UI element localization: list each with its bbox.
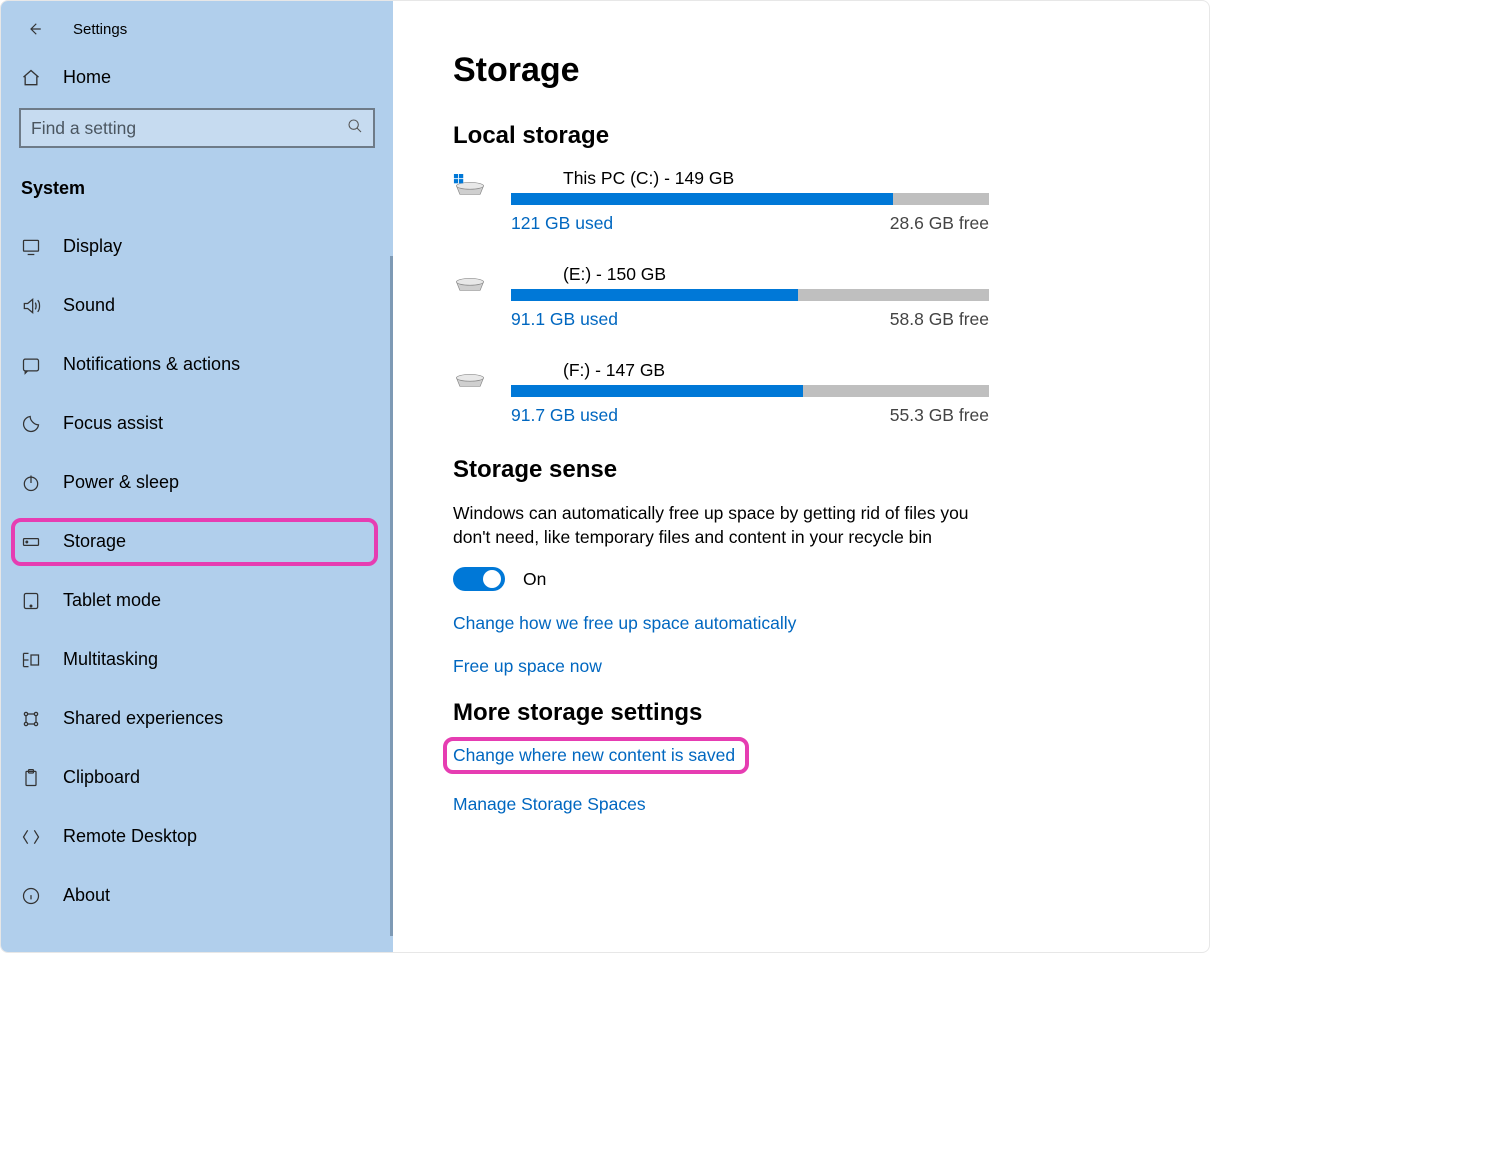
storage-sense-toggle[interactable] <box>453 567 505 591</box>
nav-list: Display Sound Notifications & actions Focus… <box>1 217 393 935</box>
sidebar-item-label: Notifications & actions <box>63 354 240 375</box>
sidebar-item-label: Remote Desktop <box>63 826 197 847</box>
sidebar-item-label: Clipboard <box>63 767 140 788</box>
drive-title: (F:) - 147 GB <box>511 360 989 381</box>
focus-assist-icon <box>21 414 41 434</box>
local-storage-heading: Local storage <box>453 122 1149 150</box>
sidebar-item-label: Display <box>63 236 122 257</box>
nav-home-label: Home <box>63 67 111 88</box>
search-icon <box>347 118 363 139</box>
sidebar-item-clipboard[interactable]: Clipboard <box>1 748 393 807</box>
main-content: Storage Local storage This PC (C:) - 149… <box>393 1 1209 952</box>
storage-icon <box>21 532 41 552</box>
back-button[interactable] <box>25 20 43 38</box>
sidebar-item-label: About <box>63 885 110 906</box>
drive-row[interactable]: This PC (C:) - 149 GB 121 GB used 28.6 GB … <box>453 168 1149 234</box>
usage-bar <box>511 385 989 397</box>
drive-free: 55.3 GB free <box>890 405 989 426</box>
link-free-up-now[interactable]: Free up space now <box>453 656 1149 677</box>
storage-sense-toggle-row: On <box>453 567 1149 591</box>
about-icon <box>21 886 41 906</box>
usage-bar <box>511 193 989 205</box>
home-icon <box>21 68 41 88</box>
link-change-where-saved[interactable]: Change where new content is saved <box>453 745 735 766</box>
drive-free: 28.6 GB free <box>890 213 989 234</box>
drive-icon <box>453 366 487 392</box>
more-settings-heading: More storage settings <box>453 699 1149 727</box>
sound-icon <box>21 296 41 316</box>
link-manage-storage-spaces[interactable]: Manage Storage Spaces <box>453 794 1149 815</box>
drive-used: 121 GB used <box>511 213 613 234</box>
storage-sense-heading: Storage sense <box>453 456 1149 484</box>
sidebar-item-display[interactable]: Display <box>1 217 393 276</box>
search-box[interactable] <box>19 108 375 148</box>
sidebar-item-sound[interactable]: Sound <box>1 276 393 335</box>
sidebar-item-multitasking[interactable]: Multitasking <box>1 630 393 689</box>
tablet-icon <box>21 591 41 611</box>
sidebar-item-focus-assist[interactable]: Focus assist <box>1 394 393 453</box>
storage-sense-description: Windows can automatically free up space … <box>453 502 973 549</box>
sidebar-item-label: Storage <box>63 531 126 552</box>
scrollbar[interactable] <box>390 256 393 936</box>
sidebar-item-label: Shared experiences <box>63 708 223 729</box>
remote-icon <box>21 827 41 847</box>
drive-free: 58.8 GB free <box>890 309 989 330</box>
sidebar-item-shared-experiences[interactable]: Shared experiences <box>1 689 393 748</box>
usage-bar <box>511 289 989 301</box>
sidebar-item-label: Tablet mode <box>63 590 161 611</box>
drives-list: This PC (C:) - 149 GB 121 GB used 28.6 GB … <box>453 168 1149 426</box>
sidebar: Settings Home System Display Sound Notific… <box>1 1 393 952</box>
drive-icon <box>453 174 487 200</box>
storage-sense-toggle-label: On <box>523 569 546 590</box>
section-label: System <box>1 166 393 217</box>
sidebar-item-power-sleep[interactable]: Power & sleep <box>1 453 393 512</box>
power-icon <box>21 473 41 493</box>
drive-icon <box>453 270 487 296</box>
drive-row[interactable]: (E:) - 150 GB 91.1 GB used 58.8 GB free <box>453 264 1149 330</box>
sidebar-item-tablet-mode[interactable]: Tablet mode <box>1 571 393 630</box>
notifications-icon <box>21 355 41 375</box>
settings-window: Settings Home System Display Sound Notific… <box>0 0 1210 953</box>
sidebar-item-label: Focus assist <box>63 413 163 434</box>
sidebar-item-label: Sound <box>63 295 115 316</box>
sidebar-item-label: Multitasking <box>63 649 158 670</box>
window-title: Settings <box>73 21 127 38</box>
page-title: Storage <box>453 51 1149 90</box>
sidebar-item-label: Power & sleep <box>63 472 179 493</box>
clipboard-icon <box>21 768 41 788</box>
search-input[interactable] <box>31 118 347 139</box>
shared-icon <box>21 709 41 729</box>
sidebar-item-notifications-actions[interactable]: Notifications & actions <box>1 335 393 394</box>
title-bar: Settings <box>1 11 393 47</box>
sidebar-item-about[interactable]: About <box>1 866 393 925</box>
drive-used: 91.7 GB used <box>511 405 618 426</box>
nav-home[interactable]: Home <box>1 47 393 108</box>
drive-title: This PC (C:) - 149 GB <box>511 168 989 189</box>
drive-used: 91.1 GB used <box>511 309 618 330</box>
sidebar-item-remote-desktop[interactable]: Remote Desktop <box>1 807 393 866</box>
multitasking-icon <box>21 650 41 670</box>
link-change-autofree[interactable]: Change how we free up space automaticall… <box>453 613 1149 634</box>
sidebar-item-storage[interactable]: Storage <box>1 512 393 571</box>
drive-title: (E:) - 150 GB <box>511 264 989 285</box>
display-icon <box>21 237 41 257</box>
drive-row[interactable]: (F:) - 147 GB 91.7 GB used 55.3 GB free <box>453 360 1149 426</box>
